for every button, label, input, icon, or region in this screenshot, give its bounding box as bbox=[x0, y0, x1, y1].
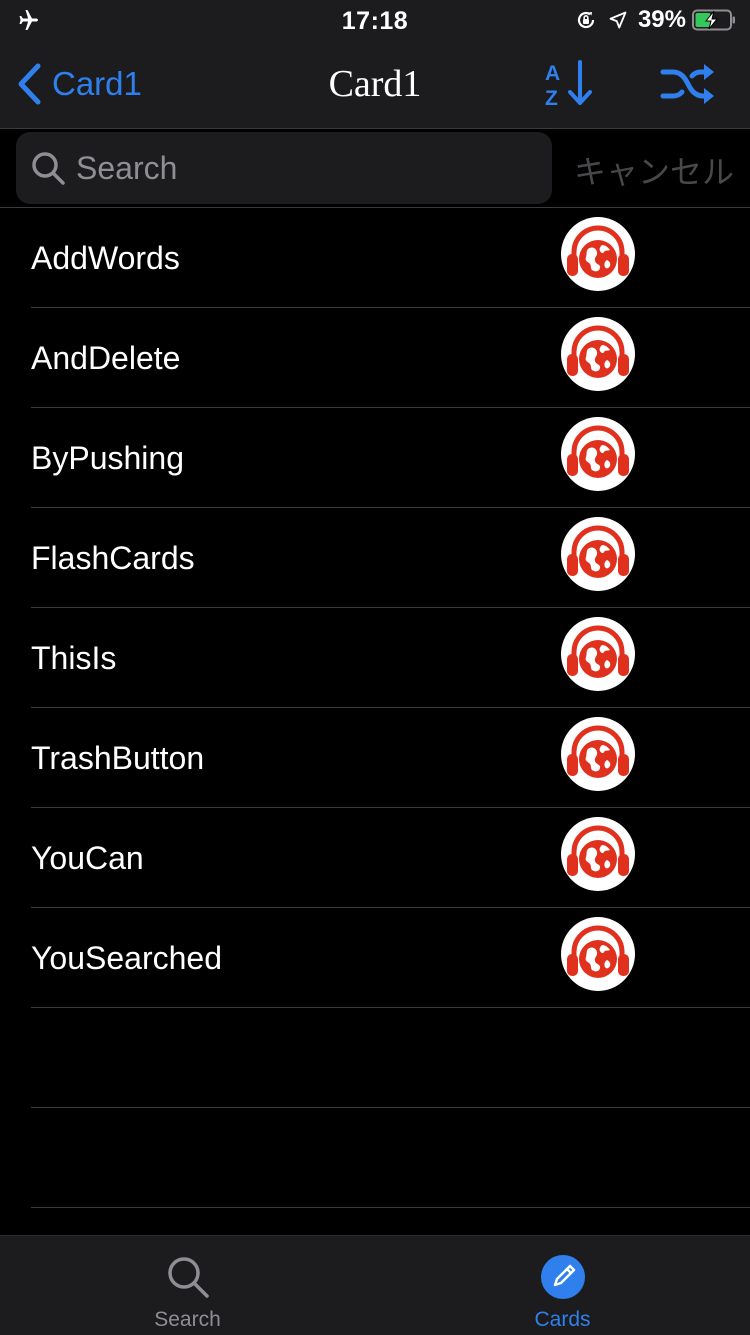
cancel-button[interactable]: キャンセル bbox=[574, 147, 734, 193]
audio-globe-icon[interactable] bbox=[560, 516, 636, 592]
sort-az-icon[interactable]: A Z bbox=[542, 58, 598, 110]
battery-percent: 39% bbox=[637, 6, 686, 33]
list-item-label: YouCan bbox=[31, 840, 144, 876]
word-list: AddWords AndDelete ByPushing FlashCards … bbox=[0, 208, 750, 1208]
empty-row bbox=[0, 1108, 750, 1208]
tab-label: Cards bbox=[534, 1308, 591, 1331]
audio-globe-icon[interactable] bbox=[560, 416, 636, 492]
search-bar: キャンセル bbox=[0, 129, 750, 208]
magnifier-icon bbox=[32, 152, 65, 185]
svg-text:Z: Z bbox=[545, 87, 558, 110]
list-item[interactable]: TrashButton bbox=[0, 708, 750, 808]
status-right-group: 39% bbox=[574, 6, 736, 34]
search-icon bbox=[168, 1257, 209, 1298]
audio-globe-icon[interactable] bbox=[560, 716, 636, 792]
list-item[interactable]: YouCan bbox=[0, 808, 750, 908]
battery-charging-icon bbox=[692, 9, 735, 31]
svg-text:A: A bbox=[545, 62, 560, 85]
list-item-label: TrashButton bbox=[31, 740, 205, 776]
search-input[interactable] bbox=[76, 149, 516, 187]
list-item[interactable]: AndDelete bbox=[0, 308, 750, 408]
navigation-bar: Card1 Card1 A Z bbox=[0, 40, 750, 129]
list-item[interactable]: ThisIs bbox=[0, 608, 750, 708]
orientation-lock-icon bbox=[577, 11, 595, 29]
list-item-label: AndDelete bbox=[31, 340, 181, 376]
tab-cards[interactable]: Cards bbox=[375, 1236, 750, 1335]
audio-globe-icon[interactable] bbox=[560, 816, 636, 892]
tab-label: Search bbox=[154, 1308, 221, 1331]
list-item[interactable]: AddWords bbox=[0, 208, 750, 308]
pencil-icon bbox=[541, 1255, 585, 1299]
shuffle-icon[interactable] bbox=[660, 62, 716, 106]
empty-row bbox=[0, 1008, 750, 1108]
list-item[interactable]: YouSearched bbox=[0, 908, 750, 1008]
list-item[interactable]: FlashCards bbox=[0, 508, 750, 608]
list-item-label: YouSearched bbox=[31, 940, 222, 976]
list-item-label: ByPushing bbox=[31, 440, 184, 476]
location-arrow-icon bbox=[609, 11, 627, 29]
list-item-label: ThisIs bbox=[31, 640, 117, 676]
tab-bar: Search Cards bbox=[0, 1235, 750, 1335]
page-title: Card1 bbox=[328, 63, 422, 105]
search-field[interactable] bbox=[16, 132, 552, 204]
status-bar: 17:18 39% bbox=[0, 0, 750, 40]
tab-search[interactable]: Search bbox=[0, 1236, 375, 1335]
audio-globe-icon[interactable] bbox=[560, 216, 636, 292]
audio-globe-icon[interactable] bbox=[560, 616, 636, 692]
list-item[interactable]: ByPushing bbox=[0, 408, 750, 508]
audio-globe-icon[interactable] bbox=[560, 916, 636, 992]
list-item-label: AddWords bbox=[31, 240, 180, 276]
list-item-label: FlashCards bbox=[31, 540, 195, 576]
audio-globe-icon[interactable] bbox=[560, 316, 636, 392]
row-separator bbox=[31, 1207, 750, 1208]
